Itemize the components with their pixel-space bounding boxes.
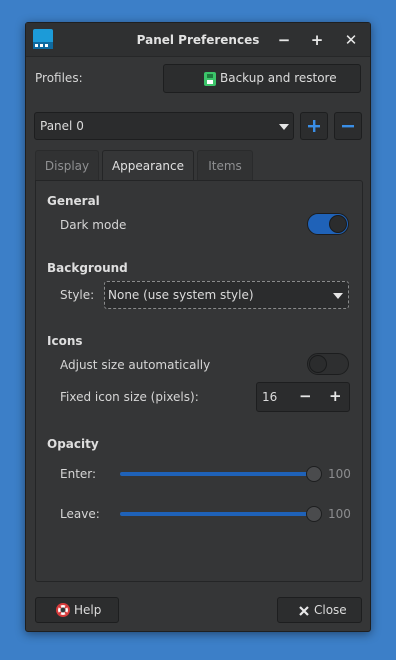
minus-icon — [342, 125, 354, 128]
decrement-button[interactable]: − — [299, 387, 312, 405]
toggle-knob — [329, 215, 347, 233]
chevron-down-icon — [279, 124, 289, 130]
style-label: Style: — [60, 288, 95, 302]
panel-select[interactable]: Panel 0 — [34, 112, 294, 140]
lifebuoy-icon — [56, 603, 70, 617]
chevron-down-icon — [333, 293, 343, 299]
leave-opacity-value: 100 — [328, 507, 351, 521]
adjust-size-label: Adjust size automatically — [60, 358, 211, 372]
enter-opacity-handle[interactable] — [306, 466, 322, 482]
enter-label: Enter: — [60, 467, 97, 481]
add-panel-button[interactable] — [300, 112, 328, 140]
backup-restore-button[interactable]: Backup and restore — [163, 64, 361, 93]
toggle-knob — [309, 355, 327, 373]
backup-restore-label: Backup and restore — [220, 71, 337, 85]
background-section-title: Background — [47, 261, 128, 275]
general-section-title: General — [47, 194, 100, 208]
close-button[interactable]: Close — [277, 597, 362, 623]
panel-select-value: Panel 0 — [40, 119, 84, 133]
adjust-size-toggle[interactable] — [307, 353, 349, 375]
close-icon — [299, 606, 309, 616]
leave-opacity-track[interactable] — [120, 512, 316, 516]
tab-items[interactable]: Items — [197, 150, 253, 180]
opacity-section-title: Opacity — [47, 437, 99, 451]
background-style-select[interactable]: None (use system style) — [104, 281, 349, 309]
fixed-size-label: Fixed icon size (pixels): — [60, 390, 199, 404]
close-window-button[interactable]: ✕ — [340, 30, 362, 50]
help-label: Help — [74, 603, 102, 617]
maximize-button[interactable]: + — [306, 30, 328, 50]
help-button[interactable]: Help — [35, 597, 119, 623]
dark-mode-label: Dark mode — [60, 218, 127, 232]
leave-opacity-handle[interactable] — [306, 506, 322, 522]
minimize-button[interactable]: − — [273, 30, 295, 50]
title-bar[interactable]: Panel Preferences − + ✕ — [26, 23, 370, 57]
backup-icon — [204, 72, 216, 86]
remove-panel-button[interactable] — [334, 112, 362, 140]
preferences-window: Panel Preferences − + ✕ Profiles: Backup… — [25, 22, 371, 632]
leave-label: Leave: — [60, 507, 100, 521]
enter-opacity-value: 100 — [328, 467, 351, 481]
enter-opacity-track[interactable] — [120, 472, 316, 476]
increment-button[interactable]: + — [329, 387, 342, 405]
dark-mode-toggle[interactable] — [307, 213, 349, 235]
icons-section-title: Icons — [47, 334, 83, 348]
profiles-label: Profiles: — [35, 71, 83, 85]
tab-appearance[interactable]: Appearance — [102, 150, 194, 181]
close-label: Close — [314, 603, 347, 617]
tab-display[interactable]: Display — [35, 150, 99, 180]
icon-size-value[interactable]: 16 — [262, 390, 277, 404]
icon-size-spinbox: 16 − + — [256, 382, 350, 412]
background-style-value: None (use system style) — [108, 288, 254, 302]
plus-icon — [308, 120, 320, 132]
